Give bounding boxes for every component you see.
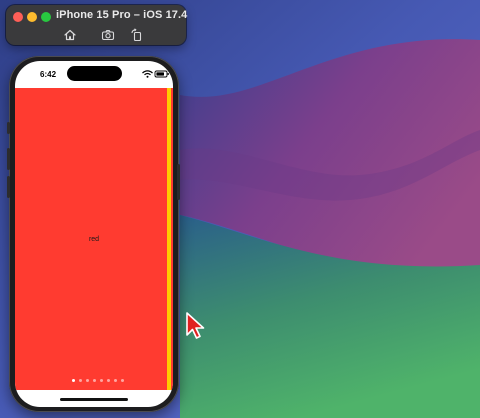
status-icons [141,70,171,78]
status-time: 6:42 [40,70,57,79]
home-icon [64,29,76,41]
page-dot[interactable] [85,379,90,383]
page-dot[interactable] [106,379,111,383]
rotate-icon [131,28,142,42]
page-dot[interactable] [120,379,125,383]
dynamic-island [67,66,122,81]
volume-up-button [7,148,10,170]
rotate-button[interactable] [130,28,144,42]
minimize-window-button[interactable] [27,12,37,22]
home-button[interactable] [63,28,77,42]
camera-icon [101,30,115,41]
page-dot[interactable] [78,379,83,383]
page-dot[interactable] [113,379,118,383]
page-dot[interactable] [92,379,97,383]
mouse-pointer-icon [186,312,205,339]
status-bar: 6:42 [15,61,173,88]
wifi-icon [142,70,153,78]
battery-icon [154,70,169,78]
simulator-toolbar: iPhone 15 Pro – iOS 17.4 [6,5,188,45]
page-control[interactable] [72,379,125,384]
page-dot-active[interactable] [72,379,76,383]
action-button [7,122,10,134]
home-indicator[interactable] [60,398,128,401]
screenshot-button[interactable] [101,28,115,42]
page-label: red [88,236,100,243]
page-dot[interactable] [99,379,104,383]
close-window-button[interactable] [13,12,23,22]
volume-down-button [7,176,10,198]
power-button [177,164,180,200]
device-screen[interactable]: 6:42 red [15,61,173,407]
simulator-title: iPhone 15 Pro – iOS 17.4 [56,9,188,21]
iphone-device-frame: 6:42 red [7,56,180,412]
zoom-window-button[interactable] [41,12,51,22]
